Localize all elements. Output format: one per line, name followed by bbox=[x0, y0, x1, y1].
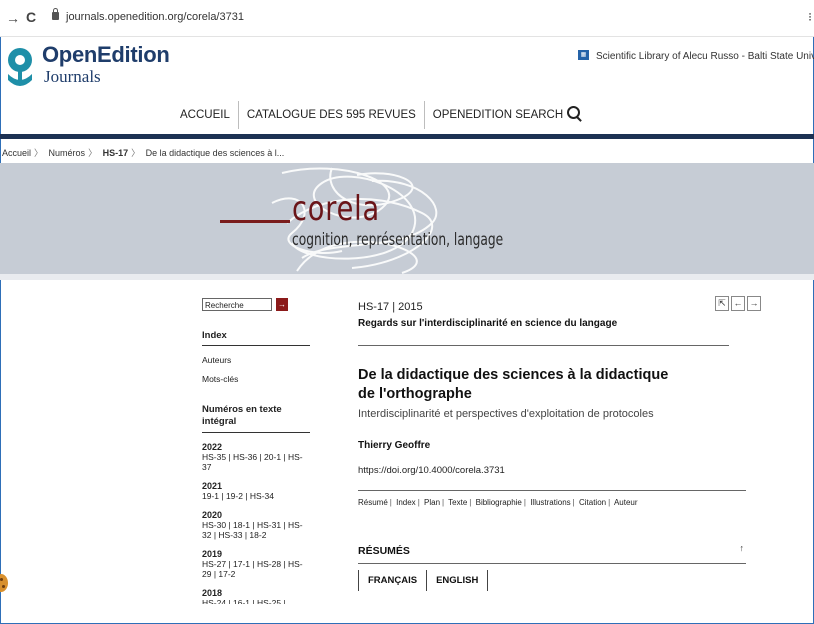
search-icon bbox=[567, 106, 581, 119]
language-tabs: FRANÇAIS ENGLISH bbox=[358, 570, 746, 591]
journal-name: corela bbox=[292, 189, 380, 229]
reload-icon[interactable]: C bbox=[26, 9, 36, 25]
year-2018: 2018 bbox=[202, 588, 223, 598]
sidebar-link-mots-cles[interactable]: Mots-clés bbox=[202, 374, 310, 384]
header-divider bbox=[0, 134, 814, 139]
divider bbox=[358, 345, 729, 346]
nav-accueil[interactable]: ACCUEIL bbox=[172, 101, 238, 129]
tab-english[interactable]: ENGLISH bbox=[426, 570, 489, 591]
openedition-logo-icon[interactable] bbox=[2, 44, 42, 90]
logo-subtitle[interactable]: Journals bbox=[44, 67, 101, 87]
breadcrumb-current: De la didactique des sciences à l... bbox=[145, 148, 285, 158]
section-link-illustrations[interactable]: Illustrations bbox=[530, 498, 570, 507]
tab-francais[interactable]: FRANÇAIS bbox=[358, 570, 426, 591]
search-submit-button[interactable]: → bbox=[276, 298, 288, 311]
breadcrumb-issue[interactable]: HS-17 bbox=[103, 148, 129, 158]
back-to-top-icon[interactable]: ↑ bbox=[740, 543, 745, 553]
sidebar-search: Recherche → bbox=[202, 298, 310, 316]
issues-2022[interactable]: HS-35 | HS-36 | 20-1 | HS-37 bbox=[202, 452, 310, 472]
article-title: De la didactique des sciences à la didac… bbox=[358, 367, 669, 402]
banner-accent-line bbox=[220, 220, 290, 223]
year-2021: 2021 bbox=[202, 481, 223, 491]
forward-arrow-icon[interactable]: → bbox=[6, 10, 20, 26]
chevron-right-icon: 〉 bbox=[131, 148, 141, 158]
library-icon: ▦ bbox=[578, 50, 589, 60]
section-link-plan[interactable]: Plan bbox=[424, 498, 440, 507]
breadcrumb-numeros[interactable]: Numéros bbox=[49, 148, 86, 158]
breadcrumb: Accueil 〉 Numéros 〉 HS-17 〉 De la didactiqu… bbox=[2, 146, 287, 159]
issues-2018[interactable]: HS-24 | 16-1 | HS-25 | bbox=[202, 598, 310, 604]
year-2022: 2022 bbox=[202, 442, 223, 452]
toolbar-edge-icon: ⁝ bbox=[808, 10, 812, 24]
article-main: HS-17 | 2015 Regards sur l'interdiscipli… bbox=[358, 298, 746, 591]
section-link-texte[interactable]: Texte bbox=[448, 498, 467, 507]
issues-2020[interactable]: HS-30 | 18-1 | HS-31 | HS-32 | HS-33 | 1… bbox=[202, 520, 310, 540]
section-link-resume[interactable]: Résumé bbox=[358, 498, 388, 507]
issues-2019[interactable]: HS-27 | 17-1 | HS-28 | HS-29 | 17-2 bbox=[202, 559, 310, 579]
sidebar: Recherche → Index Auteurs Mots-clés Numér… bbox=[202, 298, 310, 604]
resumes-heading: RÉSUMÉS ↑ bbox=[358, 543, 746, 557]
year-2020: 2020 bbox=[202, 510, 223, 520]
banner-bottom-strip bbox=[0, 274, 814, 280]
browser-toolbar: → C journals.openedition.org/corela/3731… bbox=[0, 0, 814, 37]
chevron-right-icon: 〉 bbox=[88, 148, 98, 158]
section-links: Résumé | Index | Plan | Texte | Bibliographi… bbox=[358, 498, 638, 507]
year-2019: 2019 bbox=[202, 549, 223, 559]
journal-banner[interactable]: corela cognition, représentation, langag… bbox=[0, 163, 814, 276]
logo-title[interactable]: OpenEdition bbox=[42, 42, 170, 68]
section-link-index[interactable]: Index bbox=[396, 498, 416, 507]
section-link-citation[interactable]: Citation bbox=[579, 498, 606, 507]
journal-tagline: cognition, représentation, langage bbox=[292, 230, 504, 250]
lock-icon bbox=[52, 8, 59, 20]
fulltext-heading: Numéros en texte intégral bbox=[202, 404, 310, 433]
issue-number[interactable]: HS-17 | 2015 bbox=[358, 301, 746, 313]
resumes-heading-label: RÉSUMÉS bbox=[358, 545, 410, 557]
sidebar-link-auteurs[interactable]: Auteurs bbox=[202, 355, 310, 365]
section-link-bibliographie[interactable]: Bibliographie bbox=[476, 498, 522, 507]
divider bbox=[358, 490, 746, 491]
search-input[interactable]: Recherche bbox=[202, 298, 272, 311]
article-author[interactable]: Thierry Geoffre bbox=[358, 440, 746, 451]
index-heading: Index bbox=[202, 330, 310, 346]
section-link-auteur[interactable]: Auteur bbox=[614, 498, 638, 507]
issues-2021[interactable]: 19-1 | 19-2 | HS-34 bbox=[202, 491, 310, 501]
library-name[interactable]: Scientific Library of Alecu Russo - Balt… bbox=[596, 51, 814, 62]
article-subtitle: Interdisciplinarité et perspectives d'ex… bbox=[358, 408, 654, 420]
issue-title[interactable]: Regards sur l'interdisciplinarité en sci… bbox=[358, 318, 746, 329]
nav-openedition-search[interactable]: OPENEDITION SEARCH bbox=[423, 101, 588, 129]
divider bbox=[358, 563, 746, 564]
top-navigation: ACCUEIL CATALOGUE DES 595 REVUES OPENEDI… bbox=[172, 101, 588, 129]
breadcrumb-accueil[interactable]: Accueil bbox=[2, 148, 31, 158]
nav-catalogue[interactable]: CATALOGUE DES 595 REVUES bbox=[237, 101, 424, 129]
article-doi[interactable]: https://doi.org/10.4000/corela.3731 bbox=[358, 465, 746, 476]
next-arrow-icon[interactable]: → bbox=[747, 296, 761, 311]
chevron-right-icon: 〉 bbox=[34, 148, 44, 158]
address-bar[interactable]: journals.openedition.org/corela/3731 bbox=[66, 11, 244, 23]
nav-search-label: OPENEDITION SEARCH bbox=[432, 109, 564, 121]
